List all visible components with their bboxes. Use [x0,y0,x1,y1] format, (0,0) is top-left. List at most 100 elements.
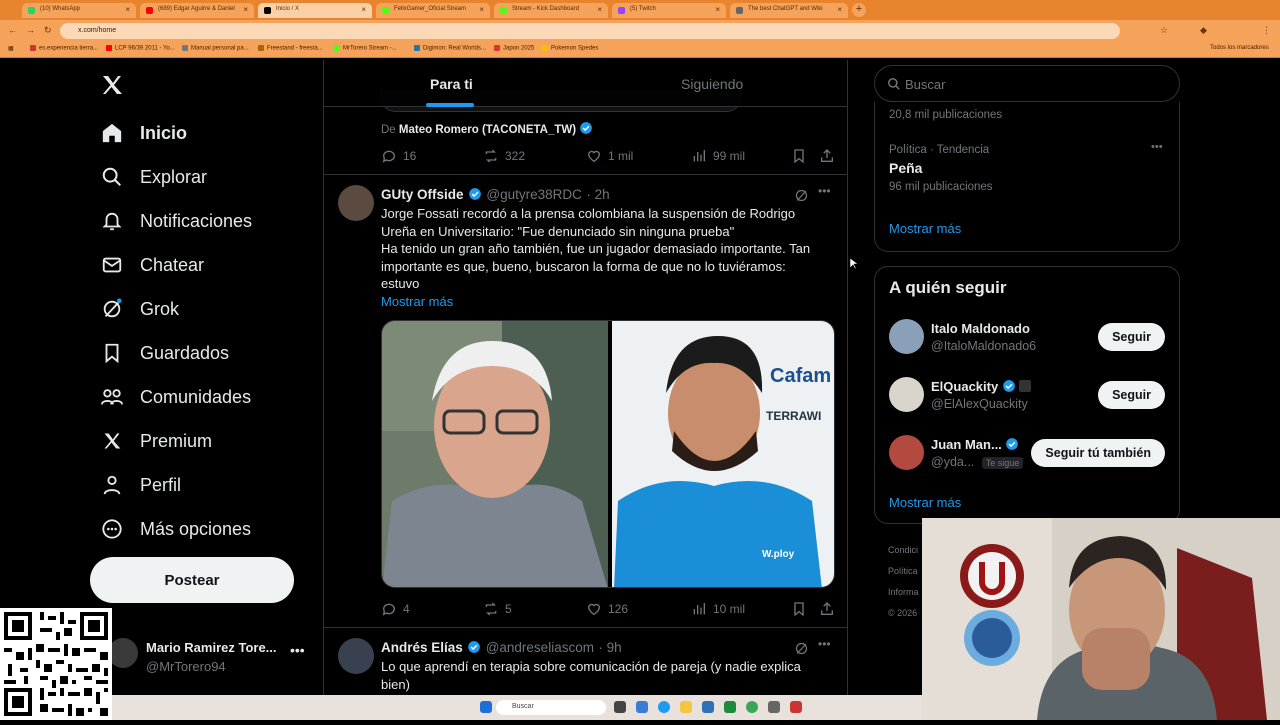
app-icon[interactable] [790,701,802,713]
post-button[interactable]: Postear [90,557,294,603]
browser-tab[interactable]: (5) Twitch × [612,3,726,18]
bookmark-item[interactable]: Japon 2025 [494,45,534,52]
nav-item-inicio[interactable]: Inicio [100,115,187,151]
post[interactable]: Andrés Elías @andreseliascom · 9h ••• Lo… [324,628,847,695]
views-button[interactable]: 10 mil [691,601,745,617]
browser-tab-active[interactable]: Inicio / X × [258,3,372,18]
close-tab-icon[interactable]: × [715,5,720,14]
show-more-link[interactable]: Mostrar más [889,495,961,510]
new-tab-button[interactable]: + [852,3,866,17]
follow-suggestion[interactable]: Juan Man... @yda... Te sigue Seguir tú t… [875,429,1179,477]
x-logo-home[interactable] [100,67,124,103]
app-icon[interactable] [702,701,714,713]
close-tab-icon[interactable]: × [479,5,484,14]
tab-siguiendo[interactable]: Siguiendo [681,76,743,92]
close-tab-icon[interactable]: × [597,5,602,14]
bookmark-item[interactable]: Digimon: Real Worlds... [414,45,486,52]
close-tab-icon[interactable]: × [837,5,842,14]
repost-button[interactable]: 5 [483,601,512,617]
repost-button[interactable]: 322 [483,148,525,164]
author-name[interactable]: Andrés Elías [381,640,463,655]
task-view-icon[interactable] [614,701,626,713]
account-switcher[interactable]: Mario Ramirez Tore... @MrTorero94 ••• [108,630,313,682]
file-explorer-icon[interactable] [680,701,692,713]
more-icon[interactable]: ••• [290,642,305,658]
like-button[interactable]: 126 [586,601,628,617]
bookmark-item[interactable]: LCP 96/39 2011 - Yo... [106,45,175,52]
post-time[interactable]: · 2h [586,187,609,202]
all-bookmarks[interactable]: Todos los marcadores [1210,45,1269,51]
excel-icon[interactable] [724,701,736,713]
avatar[interactable] [338,185,374,221]
author-name[interactable]: GUty Offside [381,187,464,202]
grok-icon[interactable] [794,188,809,203]
nav-item-premium[interactable]: Premium [100,423,212,459]
nav-item-grok[interactable]: Grok [100,291,179,327]
browser-tab[interactable]: Stream - Kick Dashboard × [494,3,608,18]
bookmark-item[interactable]: Pokemon Spedes [542,45,598,52]
grok-icon[interactable] [794,641,809,656]
browser-tab[interactable]: (10) WhatsApp × [22,3,136,18]
widgets-icon[interactable] [636,701,648,713]
browser-tab[interactable]: The best ChatGPT and Wiki × [730,3,848,18]
nav-item-notificaciones[interactable]: Notificaciones [100,203,252,239]
more-icon[interactable]: ••• [1151,141,1163,153]
close-tab-icon[interactable]: × [361,5,366,14]
taskbar-search[interactable]: Buscar [496,700,606,715]
star-icon[interactable]: ☆ [1160,25,1168,36]
trend-item[interactable]: Política · Tendencia Peña 96 mil publica… [875,138,1179,202]
follow-suggestion[interactable]: ElQuackity @ElAlexQuackity Seguir [875,371,1179,419]
nav-item-mas-opciones[interactable]: Más opciones [100,511,251,547]
nav-item-perfil[interactable]: Perfil [100,467,181,503]
follow-button[interactable]: Seguir [1098,381,1165,409]
author-handle[interactable]: @andreseliascom [486,640,594,655]
edge-icon[interactable] [658,701,670,713]
bookmark-button[interactable] [791,148,813,164]
author-handle[interactable]: @gutyre38RDC [486,187,582,202]
search-input[interactable] [905,73,1165,95]
app-icon[interactable] [768,701,780,713]
tab-para-ti[interactable]: Para ti [430,76,473,92]
avatar[interactable] [338,638,374,674]
nav-item-guardados[interactable]: Guardados [100,335,229,371]
apps-icon[interactable]: ▦ [8,45,14,52]
start-icon[interactable] [480,701,492,713]
search-box[interactable] [874,65,1180,102]
chrome-icon[interactable] [746,701,758,713]
reply-button[interactable]: 16 [381,148,416,164]
nav-item-chatear[interactable]: Chatear [100,247,204,283]
menu-icon[interactable]: ⋮ [1262,25,1271,36]
forward-icon[interactable]: → [26,25,35,35]
show-more-link[interactable]: Mostrar más [381,294,836,309]
close-tab-icon[interactable]: × [125,5,130,14]
back-icon[interactable]: ← [8,25,17,35]
bookmark-item[interactable]: Freestand - freesta... [258,45,323,52]
address-bar[interactable]: x.com/home [60,23,1120,39]
follow-back-button[interactable]: Seguir tú también [1031,439,1165,467]
attribution-name[interactable]: Mateo Romero (TACONETA_TW) [399,124,576,136]
share-button[interactable] [819,148,841,164]
more-icon[interactable]: ••• [818,184,831,198]
follow-suggestion[interactable]: Italo Maldonado @ItaloMaldonado6 Seguir [875,313,1179,361]
reply-button[interactable]: 4 [381,601,410,617]
bookmark-item[interactable]: MrTorero Stream -... [334,45,397,52]
browser-tab[interactable]: FelixGamer_Oficial Stream × [376,3,490,18]
bookmark-item[interactable]: es.experiencia tierra... [30,45,98,52]
bookmark-button[interactable] [791,601,813,617]
post[interactable]: GUty Offside @gutyre38RDC · 2h ••• Jorge… [324,175,847,628]
browser-tab[interactable]: (689) Edgar Aguirre & Daniel × [140,3,254,18]
post-time[interactable]: · 9h [598,640,621,655]
nav-item-comunidades[interactable]: Comunidades [100,379,251,415]
post-media[interactable]: Cafam TERRAWI W.ploy [381,320,835,588]
extensions-icon[interactable]: ◆ [1200,25,1207,36]
show-more-link[interactable]: Mostrar más [889,221,961,236]
reload-icon[interactable]: ↻ [44,25,52,36]
close-tab-icon[interactable]: × [243,5,248,14]
like-button[interactable]: 1 mil [586,148,633,164]
follow-button[interactable]: Seguir [1098,323,1165,351]
nav-item-explorar[interactable]: Explorar [100,159,207,195]
bookmark-item[interactable]: Manual personal pa... [182,45,249,52]
views-button[interactable]: 99 mil [691,148,745,164]
more-icon[interactable]: ••• [818,637,831,651]
share-button[interactable] [819,601,841,617]
